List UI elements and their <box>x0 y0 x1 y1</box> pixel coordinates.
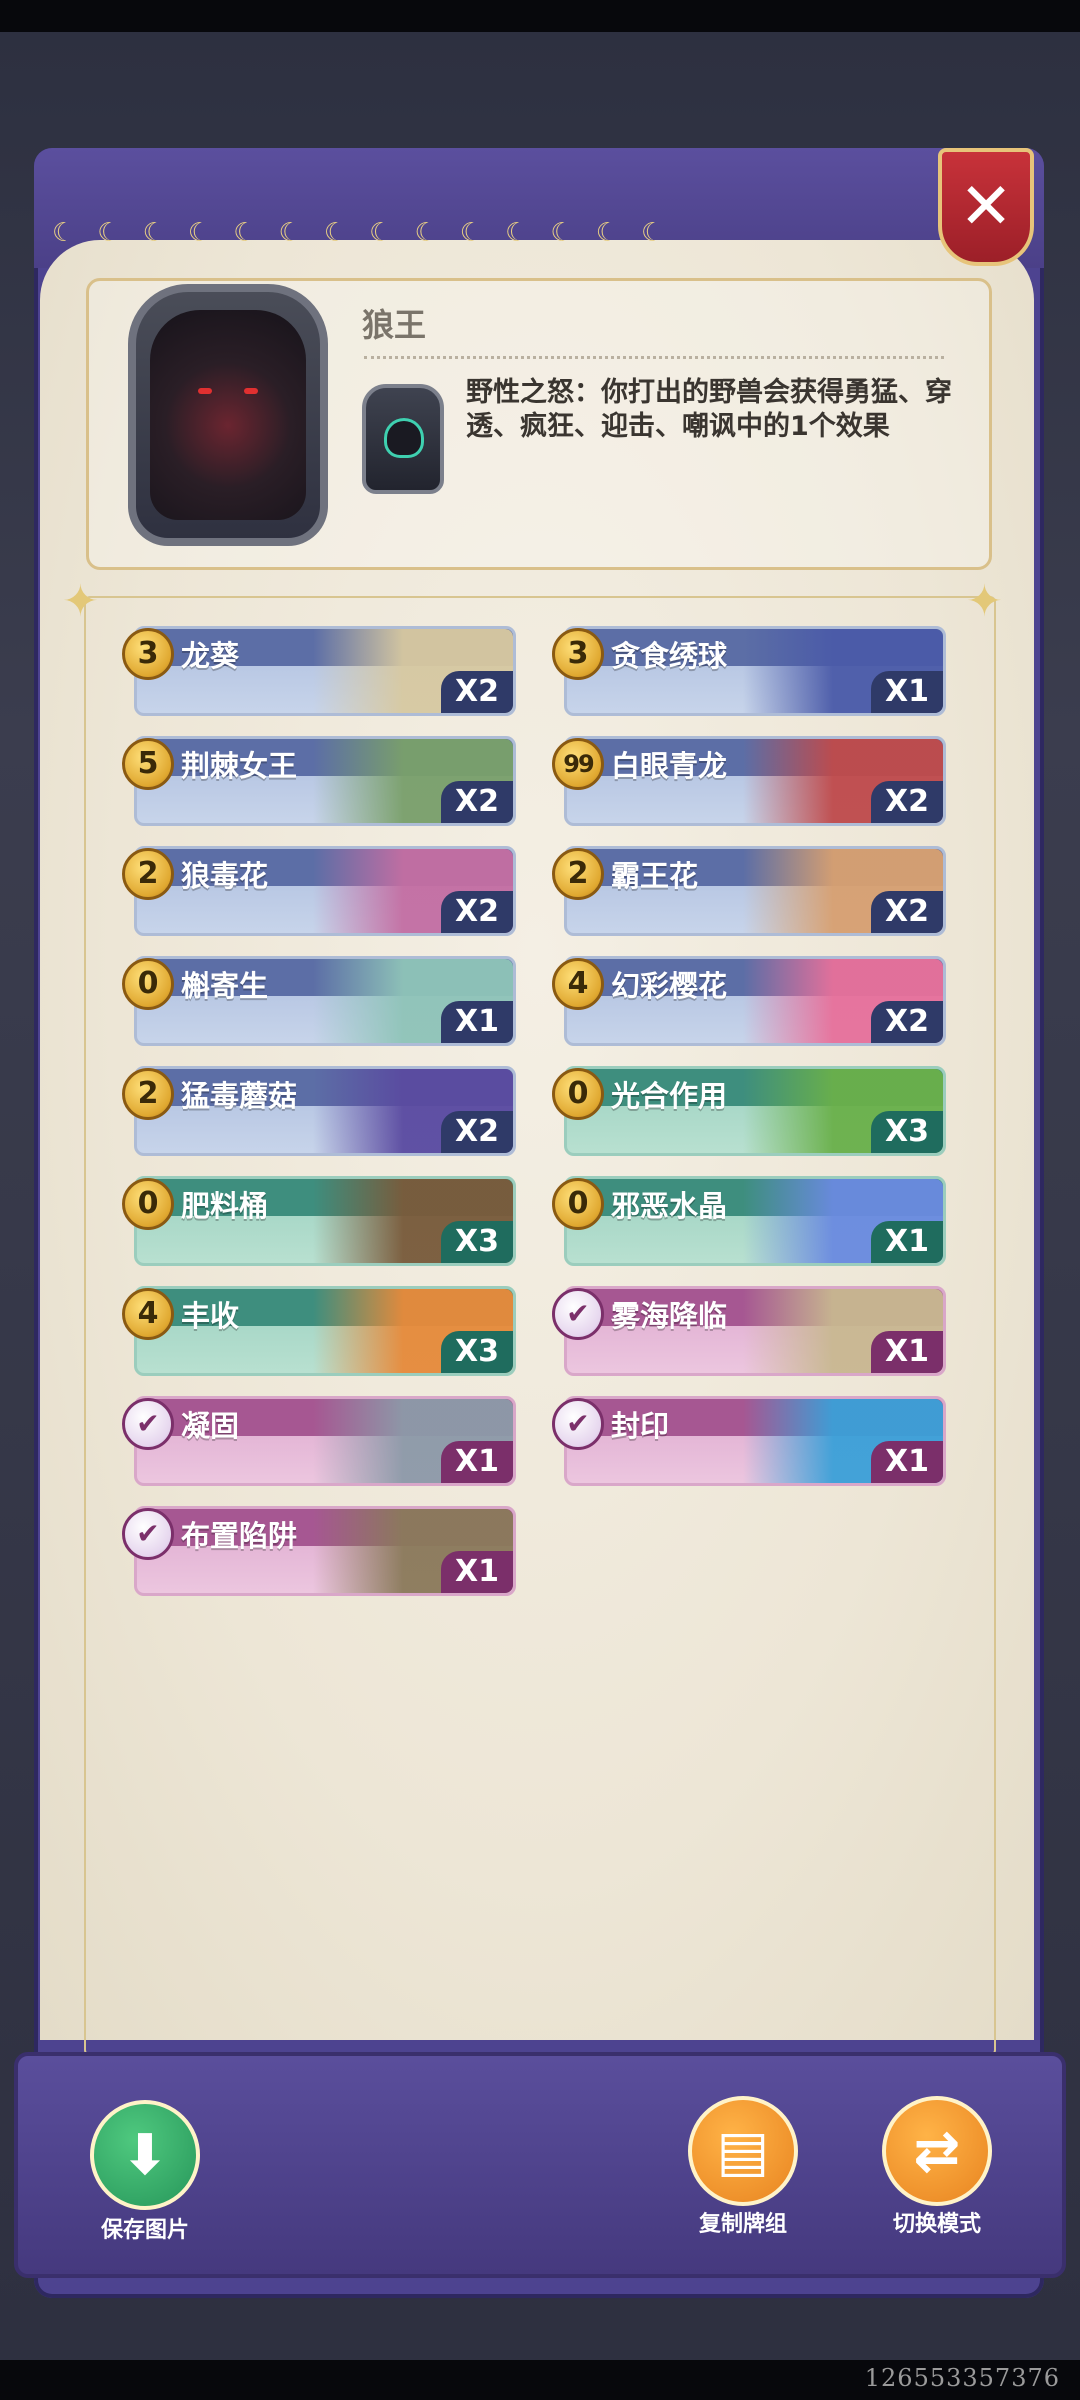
hero-skill-description: 野性之怒：你打出的野兽会获得勇猛、穿透、疯狂、迎击、嘲讽中的1个效果 <box>466 377 952 442</box>
cost-coin: 99 <box>552 738 604 790</box>
deck-card[interactable]: 邪恶水晶 X1 <box>564 1176 946 1266</box>
card-name: 布置陷阱 <box>181 1519 298 1553</box>
copy-deck-button[interactable]: ▤ <box>688 2096 798 2206</box>
deck-card[interactable]: 丰收 X3 <box>134 1286 516 1376</box>
card-name: 贪食绣球 <box>611 639 728 673</box>
cost-coin: 2 <box>122 1068 174 1120</box>
deck-card[interactable]: 光合作用 X3 <box>564 1066 946 1156</box>
card-name: 霸王花 <box>611 859 699 893</box>
card-name: 封印 <box>611 1409 670 1443</box>
cost-coin: 4 <box>122 1288 174 1340</box>
card-name: 荆棘女王 <box>181 749 298 783</box>
watermark-id: 126553357376 <box>864 2364 1060 2392</box>
card-count: X3 <box>441 1221 513 1263</box>
cost-coin: 3 <box>122 628 174 680</box>
cost-coin: 0 <box>552 1178 604 1230</box>
deck-card[interactable]: 雾海降临 X1 <box>564 1286 946 1376</box>
deck-card[interactable]: 封印 X1 <box>564 1396 946 1486</box>
trap-cost-badge-icon: ✔ <box>122 1398 174 1450</box>
cost-coin: 3 <box>552 628 604 680</box>
deck-card[interactable]: 白眼青龙 X2 <box>564 736 946 826</box>
card-name: 邪恶水晶 <box>611 1189 728 1223</box>
cost-coin: 2 <box>552 848 604 900</box>
deck-card[interactable]: 霸王花 X2 <box>564 846 946 936</box>
cost-coin: 0 <box>122 1178 174 1230</box>
deck-card[interactable]: 幻彩樱花 X2 <box>564 956 946 1046</box>
card-name: 龙葵 <box>181 639 240 673</box>
trap-cost-badge-icon: ✔ <box>122 1508 174 1560</box>
card-count: X1 <box>441 1441 513 1483</box>
eye-icon <box>198 388 212 394</box>
deck-card[interactable]: 龙葵 X2 <box>134 626 516 716</box>
card-name: 肥料桶 <box>181 1189 269 1223</box>
deck-card[interactable]: 布置陷阱 X1 <box>134 1506 516 1596</box>
card-name: 丰收 <box>181 1299 240 1333</box>
card-count: X3 <box>441 1331 513 1373</box>
switch-mode-button[interactable]: ⇄ <box>882 2096 992 2206</box>
swap-arrows-icon: ⇄ <box>913 2118 961 2184</box>
deck-card[interactable]: 贪食绣球 X1 <box>564 626 946 716</box>
trap-cost-badge-icon: ✔ <box>552 1288 604 1340</box>
status-bar <box>0 0 1080 32</box>
card-count: X1 <box>441 1551 513 1593</box>
save-image-button[interactable]: ⬇ <box>90 2100 200 2210</box>
eye-icon <box>244 388 258 394</box>
download-icon: ⬇ <box>121 2122 169 2188</box>
trap-cost-badge-icon: ✔ <box>552 1398 604 1450</box>
copy-deck-label: 复制牌组 <box>698 2212 787 2237</box>
card-name: 白眼青龙 <box>611 749 728 783</box>
wolf-king-art-icon <box>150 310 306 520</box>
save-image-label: 保存图片 <box>100 2218 189 2243</box>
deck-card[interactable]: 狼毒花 X2 <box>134 846 516 936</box>
hero-portrait <box>128 284 328 546</box>
deck-card[interactable]: 槲寄生 X1 <box>134 956 516 1046</box>
card-count: X1 <box>871 1441 943 1483</box>
card-count: X2 <box>441 891 513 933</box>
deck-card[interactable]: 凝固 X1 <box>134 1396 516 1486</box>
switch-mode-label: 切换模式 <box>892 2212 981 2237</box>
card-name: 槲寄生 <box>181 969 269 1003</box>
card-count: X2 <box>441 1111 513 1153</box>
moon-ornament-icon: ☾☾☾☾☾☾☾☾☾☾☾☾☾☾ <box>52 218 687 248</box>
card-count: X2 <box>441 671 513 713</box>
card-count: X1 <box>871 671 943 713</box>
hero-divider <box>364 356 944 359</box>
sparkle-icon: ✦ <box>966 576 1003 627</box>
deck-card[interactable]: 肥料桶 X3 <box>134 1176 516 1266</box>
card-count: X3 <box>871 1111 943 1153</box>
sparkle-icon: ✦ <box>62 576 99 627</box>
cost-coin: 0 <box>552 1068 604 1120</box>
card-count: X2 <box>871 1001 943 1043</box>
cost-coin: 0 <box>122 958 174 1010</box>
card-name: 幻彩樱花 <box>611 969 728 1003</box>
card-count: X2 <box>871 781 943 823</box>
card-name: 狼毒花 <box>181 859 269 893</box>
card-count: X1 <box>441 1001 513 1043</box>
card-count: X1 <box>871 1331 943 1373</box>
hero-name: 狼王 <box>362 306 427 344</box>
deck-card[interactable]: 猛毒蘑菇 X2 <box>134 1066 516 1156</box>
card-name: 凝固 <box>181 1409 240 1443</box>
cost-coin: 4 <box>552 958 604 1010</box>
cost-coin: 2 <box>122 848 174 900</box>
document-icon: ▤ <box>716 2118 770 2184</box>
card-name: 雾海降临 <box>611 1299 728 1333</box>
card-count: X2 <box>441 781 513 823</box>
skill-icon <box>362 384 444 494</box>
card-name: 猛毒蘑菇 <box>181 1079 298 1113</box>
cost-coin: 5 <box>122 738 174 790</box>
close-button[interactable]: ✕ <box>938 148 1034 266</box>
card-count: X2 <box>871 891 943 933</box>
deck-card[interactable]: 荆棘女王 X2 <box>134 736 516 826</box>
card-name: 光合作用 <box>611 1079 728 1113</box>
card-count: X1 <box>871 1221 943 1263</box>
